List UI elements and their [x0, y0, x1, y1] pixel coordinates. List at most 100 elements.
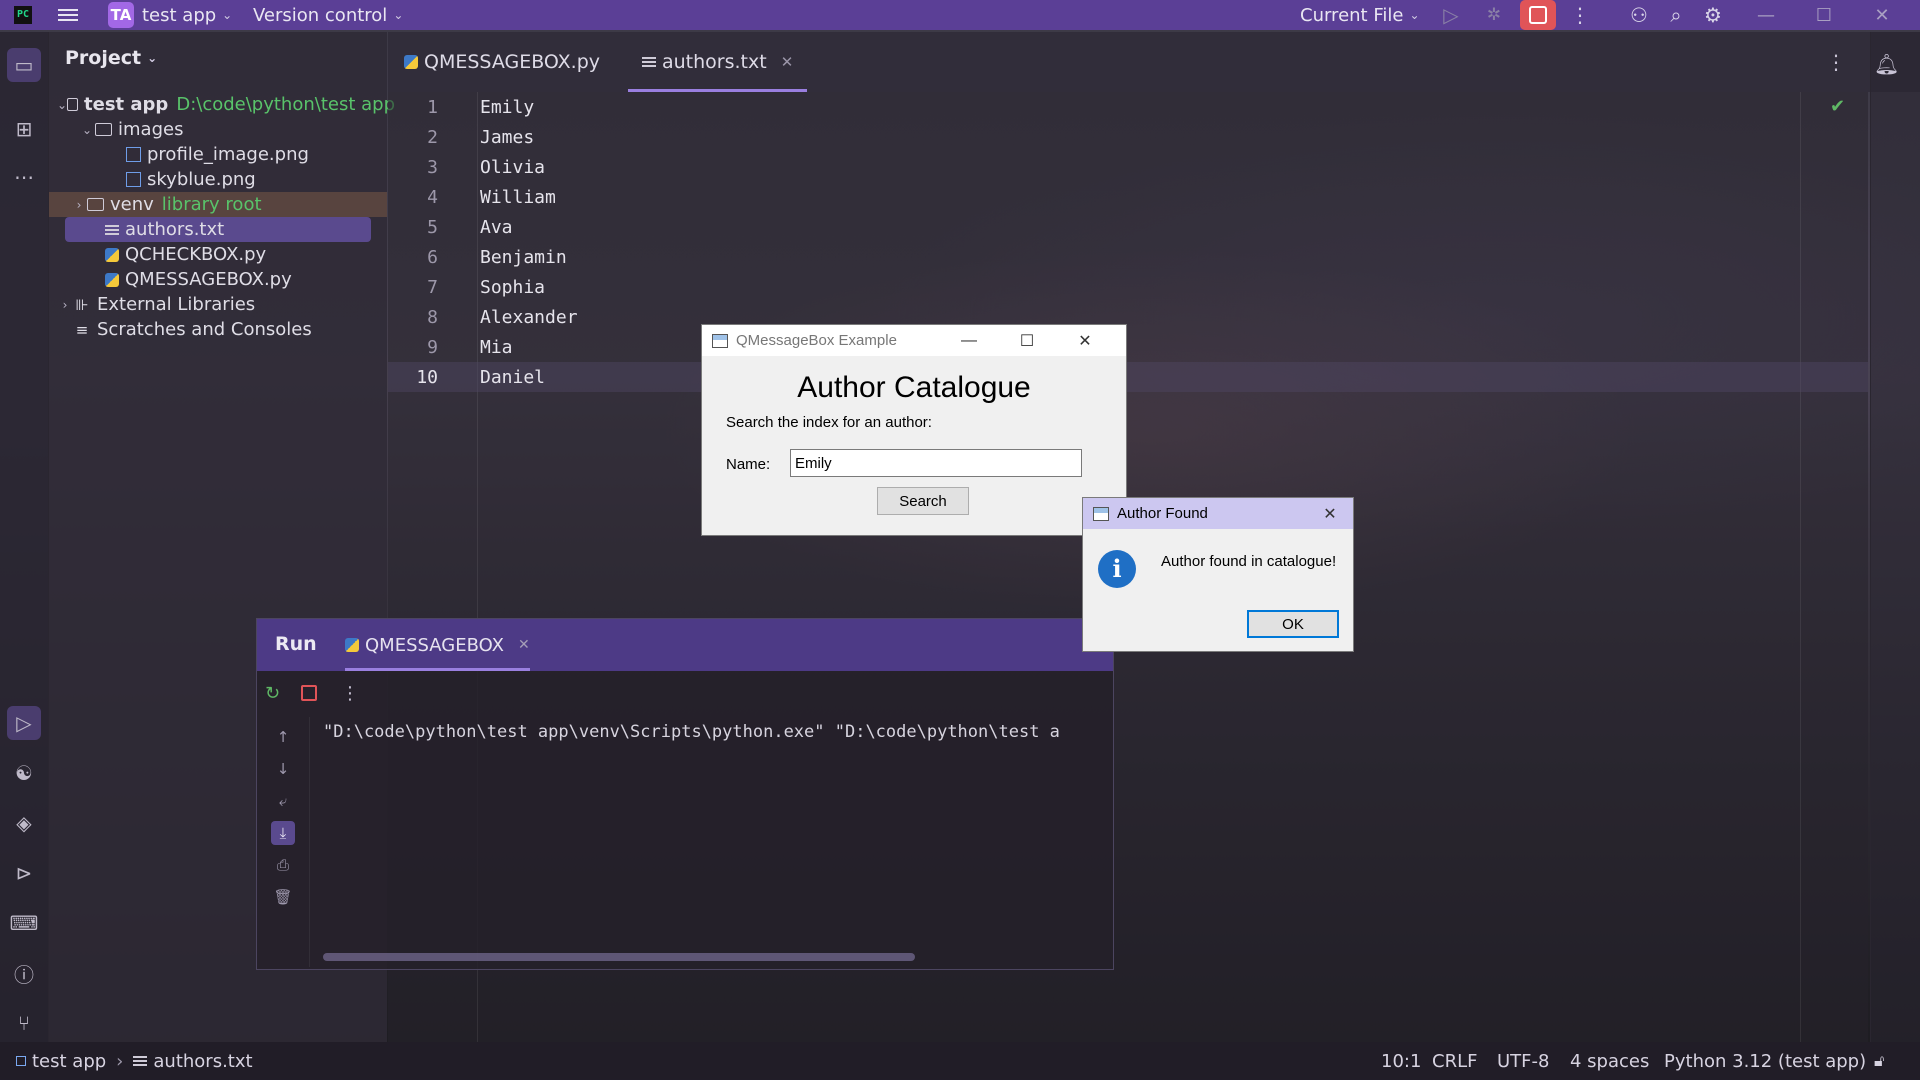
tree-item-label: QCHECKBOX.py	[125, 244, 267, 265]
main-menu-icon[interactable]	[58, 0, 82, 30]
breadcrumb-project[interactable]: test app	[32, 1051, 106, 1072]
line-number: 6	[427, 246, 438, 268]
chevron-right-icon[interactable]: ›	[71, 198, 87, 212]
scroll-down-icon[interactable]: ↓	[271, 757, 295, 781]
code-line[interactable]: 5 Ava	[388, 212, 1868, 242]
python-file-icon	[105, 247, 119, 262]
chevron-down-icon[interactable]: ⌄	[79, 123, 95, 137]
line-text: Daniel	[480, 366, 546, 388]
maximize-icon[interactable]: ☐	[1804, 0, 1844, 30]
code-line[interactable]: 4 William	[388, 182, 1868, 212]
line-text: James	[480, 126, 535, 148]
indent-setting[interactable]: 4 spaces	[1570, 1042, 1649, 1080]
scroll-up-icon[interactable]: ↑	[271, 725, 295, 749]
code-line-current[interactable]: 10 Daniel	[388, 362, 1868, 392]
more-tools-icon[interactable]: ⋯	[7, 160, 41, 194]
soft-wrap-icon[interactable]: ⤶	[271, 789, 295, 813]
chevron-right-icon[interactable]: ›	[57, 298, 73, 312]
tree-folder-images[interactable]: ⌄ images	[79, 117, 417, 142]
tree-file-authors[interactable]: authors.txt	[65, 217, 371, 242]
run-output-text[interactable]: "D:\code\python\test app\venv\Scripts\py…	[323, 717, 1103, 747]
code-line[interactable]: 7 Sophia	[388, 272, 1868, 302]
horizontal-scrollbar[interactable]	[323, 953, 915, 961]
tree-item-label: skyblue.png	[147, 169, 256, 190]
close-window-icon[interactable]: ✕	[1062, 325, 1108, 356]
minimize-icon[interactable]: —	[946, 325, 992, 356]
library-root-tag: library root	[161, 194, 262, 215]
project-panel-header[interactable]: Project ⌄	[65, 32, 157, 84]
tree-root-path: D:\code\python\test app	[176, 94, 395, 115]
python-packages-icon[interactable]: ◈	[7, 806, 41, 840]
name-input[interactable]	[790, 449, 1082, 477]
run-side-toolbar: ↑ ↓ ⤶ ⤓ ⎙ 🗑︎	[257, 717, 310, 967]
minimize-icon[interactable]: —	[1746, 0, 1786, 30]
line-number: 10	[416, 366, 438, 388]
debug-icon[interactable]: ✲	[1479, 0, 1509, 30]
project-switcher[interactable]: test app ⌄	[142, 0, 232, 30]
stop-icon[interactable]	[301, 685, 317, 701]
folder-icon	[95, 123, 112, 136]
terminal-icon[interactable]: ⌨	[7, 906, 41, 940]
ok-button[interactable]: OK	[1247, 610, 1339, 638]
code-line[interactable]: 8 Alexander	[388, 302, 1868, 332]
code-line[interactable]: 6 Benjamin	[388, 242, 1868, 272]
tab-authors[interactable]: authors.txt ✕	[628, 32, 808, 92]
file-encoding[interactable]: UTF-8	[1497, 1042, 1549, 1080]
close-tab-icon[interactable]: ✕	[518, 637, 530, 653]
text-file-icon	[133, 1054, 148, 1068]
caret-position[interactable]: 10:1	[1381, 1042, 1421, 1080]
line-text: Alexander	[480, 306, 578, 328]
more-actions-icon[interactable]: ⋮	[341, 683, 359, 704]
line-ending[interactable]: CRLF	[1432, 1042, 1477, 1080]
git-branch-icon[interactable]: ⑂	[7, 1006, 41, 1040]
status-bar: test app › authors.txt 10:1 CRLF UTF-8 4…	[0, 1042, 1920, 1080]
code-line[interactable]: 9 Mia	[388, 332, 1868, 362]
run-tab-qmessagebox[interactable]: QMESSAGEBOX ✕	[345, 619, 530, 671]
close-window-icon[interactable]: ✕	[1862, 0, 1902, 30]
close-tab-icon[interactable]: ✕	[781, 53, 794, 71]
maximize-icon[interactable]: ☐	[1004, 325, 1050, 356]
trash-icon[interactable]: 🗑︎	[271, 885, 295, 909]
chevron-down-icon[interactable]: ⌄	[57, 98, 67, 112]
python-console-icon[interactable]: ☯	[7, 756, 41, 790]
project-folder-icon[interactable]: ▭	[7, 48, 41, 82]
settings-gear-icon[interactable]: ⚙	[1698, 0, 1728, 30]
more-actions-icon[interactable]: ⋮	[1565, 0, 1595, 30]
run-config-label: Current File	[1300, 4, 1404, 26]
run-tool-icon[interactable]: ▷	[7, 706, 41, 740]
breadcrumb-file[interactable]: authors.txt	[153, 1051, 252, 1072]
pycharm-logo-icon[interactable]: PC	[14, 6, 32, 24]
text-file-icon	[105, 223, 119, 237]
notifications-bell-icon[interactable]: 🔔︎	[1874, 52, 1899, 76]
code-line[interactable]: 3 Olivia	[388, 152, 1868, 182]
python-interpreter[interactable]: Python 3.12 (test app)	[1664, 1042, 1866, 1080]
tabs-more-icon[interactable]: ⋮	[1826, 50, 1846, 74]
stop-button[interactable]	[1520, 0, 1556, 30]
structure-icon[interactable]: ⊞	[7, 112, 41, 146]
code-with-me-icon[interactable]: ⚇	[1624, 0, 1654, 30]
scroll-to-end-icon[interactable]: ⤓	[271, 821, 295, 845]
search-icon[interactable]: ⌕	[1661, 0, 1691, 30]
tree-root-test-app[interactable]: ⌄ test app D:\code\python\test app	[57, 92, 395, 117]
chevron-down-icon: ⌄	[1409, 8, 1420, 22]
search-button[interactable]: Search	[877, 487, 969, 515]
services-icon[interactable]: ⊳	[7, 856, 41, 890]
rerun-icon[interactable]: ↻	[265, 683, 280, 704]
run-config-selector[interactable]: Current File ⌄	[1300, 0, 1420, 30]
print-icon[interactable]: ⎙	[271, 853, 295, 877]
tab-qmessagebox[interactable]: QMESSAGEBOX.py	[404, 32, 604, 92]
close-dialog-icon[interactable]: ✕	[1307, 498, 1353, 529]
code-line[interactable]: 2 James	[388, 122, 1868, 152]
project-badge[interactable]: TA	[108, 2, 134, 28]
lock-icon[interactable]: 🔓︎	[1874, 1042, 1884, 1080]
run-icon[interactable]: ▷	[1436, 0, 1466, 30]
tree-external-libraries[interactable]: › ⊪ External Libraries	[57, 292, 395, 317]
problems-icon[interactable]: ⓘ	[7, 956, 41, 990]
window-app-icon	[1093, 506, 1109, 521]
run-panel-title: Run	[275, 633, 317, 655]
code-line[interactable]: 1 Emily	[388, 92, 1868, 122]
tree-scratches[interactable]: ≡ Scratches and Consoles	[73, 317, 411, 342]
vcs-menu[interactable]: Version control ⌄	[253, 0, 403, 30]
author-found-dialog: Author Found ✕ i Author found in catalog…	[1082, 497, 1354, 652]
tree-folder-venv[interactable]: › venv library root	[49, 192, 387, 217]
